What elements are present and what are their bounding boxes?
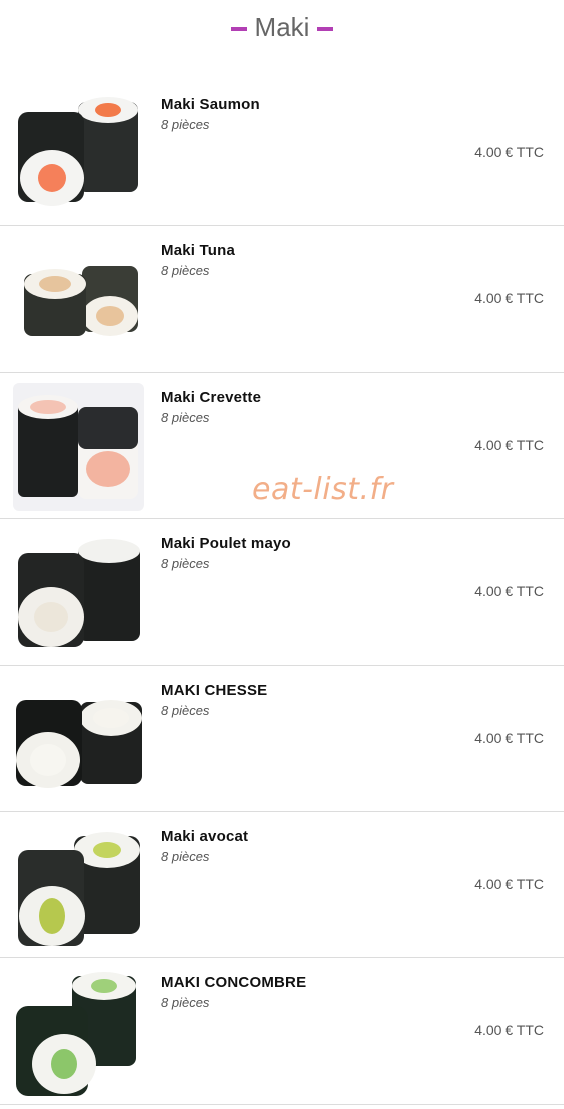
item-description: 8 pièces [161,263,210,279]
menu-item[interactable]: Maki avocat 8 pièces 4.00 € TTC [0,812,564,959]
section-title-wrap: Maki [230,12,334,43]
maki-poulet-image [18,539,140,648]
maki-cheese-image [16,699,142,788]
item-description: 8 pièces [161,409,210,425]
section-header: Maki [0,0,564,80]
item-description: 8 pièces [161,995,210,1011]
menu-item[interactable]: Maki Saumon 8 pièces 4.00 € TTC [0,80,564,227]
menu-item[interactable]: MAKI CHESSE 8 pièces 4.00 € TTC [0,666,564,812]
item-name: Maki Crevette [161,388,262,406]
maki-concombre-image [16,972,136,1097]
item-price: 4.00 € TTC [474,583,544,600]
item-description: 8 pièces [161,117,210,132]
item-description: 8 pièces [161,556,210,572]
item-price: 4.00 € TTC [474,144,544,160]
item-name: MAKI CONCOMBRE [161,974,307,992]
section-title: Maki [254,12,310,42]
item-price: 4.00 € TTC [474,290,544,307]
item-name: Maki Saumon [161,96,260,113]
item-name: Maki Tuna [161,242,236,260]
item-description: 8 pièces [161,848,210,864]
item-name: MAKI CHESSE [161,681,268,699]
menu-item[interactable]: Maki Poulet mayo 8 pièces 4.00 € TTC [0,519,564,666]
item-price: 4.00 € TTC [474,1022,544,1039]
item-price: 4.00 € TTC [474,436,544,453]
item-price: 4.00 € TTC [474,729,544,746]
maki-avocat-image [18,831,140,946]
maki-tuna-image [24,266,138,337]
watermark: eat-list.fr [252,472,394,507]
menu-list: Maki Saumon 8 pièces 4.00 € TTC Maki Tun… [0,80,564,1105]
title-dash-left [230,26,247,31]
item-name: Maki Poulet mayo [161,535,291,553]
maki-saumon-image [18,97,138,206]
maki-crevette-image [13,382,144,511]
title-dash-right [317,26,334,31]
item-description: 8 pièces [161,702,210,718]
menu-item[interactable]: Maki Tuna 8 pièces 4.00 € TTC [0,226,564,373]
item-name: Maki avocat [161,827,249,845]
menu-item[interactable]: MAKI CONCOMBRE 8 pièces 4.00 € TTC [0,958,564,1105]
item-price: 4.00 € TTC [474,875,544,892]
